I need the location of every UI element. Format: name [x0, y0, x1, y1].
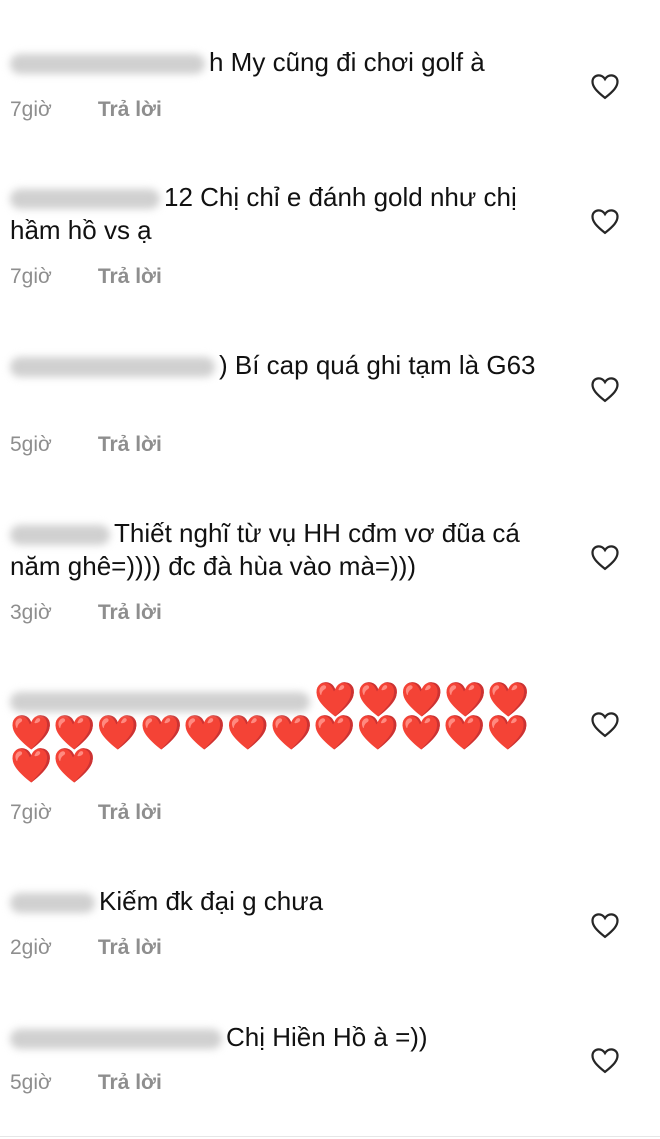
reply-button[interactable]: Trả lời [98, 936, 162, 959]
comment-meta: 2giờ Trả lời [10, 936, 162, 960]
comment-time: 3giờ [10, 601, 52, 624]
reply-button[interactable]: Trả lời [98, 1071, 162, 1094]
comment-text: 12 Chị chỉ e đánh gold như chị hầm hồ vs… [10, 182, 517, 245]
comment-time: 5giờ [10, 1071, 52, 1094]
heart-outline-icon[interactable] [590, 1046, 620, 1074]
reply-button[interactable]: Trả lời [98, 801, 162, 824]
reply-button[interactable]: Trả lời [98, 98, 162, 121]
reply-button[interactable]: Trả lời [98, 433, 162, 456]
comment-text: Thiết nghĩ từ vụ HH cđm vơ đũa cá năm gh… [10, 518, 520, 581]
blurred-username [10, 189, 160, 210]
comment-time: 7giờ [10, 265, 52, 288]
heart-outline-icon[interactable] [590, 375, 620, 403]
heart-outline-icon[interactable] [590, 543, 620, 571]
comment-meta: 5giờ Trả lời [10, 1071, 162, 1095]
comment-time: 2giờ [10, 936, 52, 959]
heart-outline-icon[interactable] [590, 72, 620, 100]
comment-meta: 7giờ Trả lời [10, 98, 162, 122]
comment-meta: 7giờ Trả lời [10, 265, 162, 289]
blurred-username [10, 893, 95, 914]
heart-outline-icon[interactable] [590, 207, 620, 235]
blurred-username [10, 54, 205, 75]
comment-text: Chị Hiền Hồ à =)) [10, 1021, 555, 1054]
reply-button[interactable]: Trả lời [98, 265, 162, 288]
blurred-username [10, 1029, 222, 1050]
heart-outline-icon[interactable] [590, 710, 620, 738]
comment-text: ❤️❤️❤️❤️❤️❤️❤️❤️❤️❤️❤️❤️❤️❤️❤️❤️❤️❤️❤️ [10, 681, 531, 785]
comment-time: 7giờ [10, 98, 52, 121]
comment-time: 7giờ [10, 801, 52, 824]
comment-meta: 7giờ Trả lời [10, 801, 162, 825]
blurred-username [10, 692, 310, 713]
comment-meta: 5giờ Trả lời [10, 433, 162, 457]
reply-button[interactable]: Trả lời [98, 601, 162, 624]
comment-meta: 3giờ Trả lời [10, 601, 162, 625]
comment-text: h My cũng đi chơi golf à [10, 46, 555, 79]
blurred-username [10, 357, 215, 378]
divider [0, 1136, 660, 1137]
comment-text: ) Bí cap quá ghi tạm là G63 [10, 349, 555, 382]
heart-outline-icon[interactable] [590, 911, 620, 939]
comment-text: Kiếm đk đại g chưa [10, 885, 555, 918]
comment-time: 5giờ [10, 433, 52, 456]
blurred-username [10, 525, 110, 546]
